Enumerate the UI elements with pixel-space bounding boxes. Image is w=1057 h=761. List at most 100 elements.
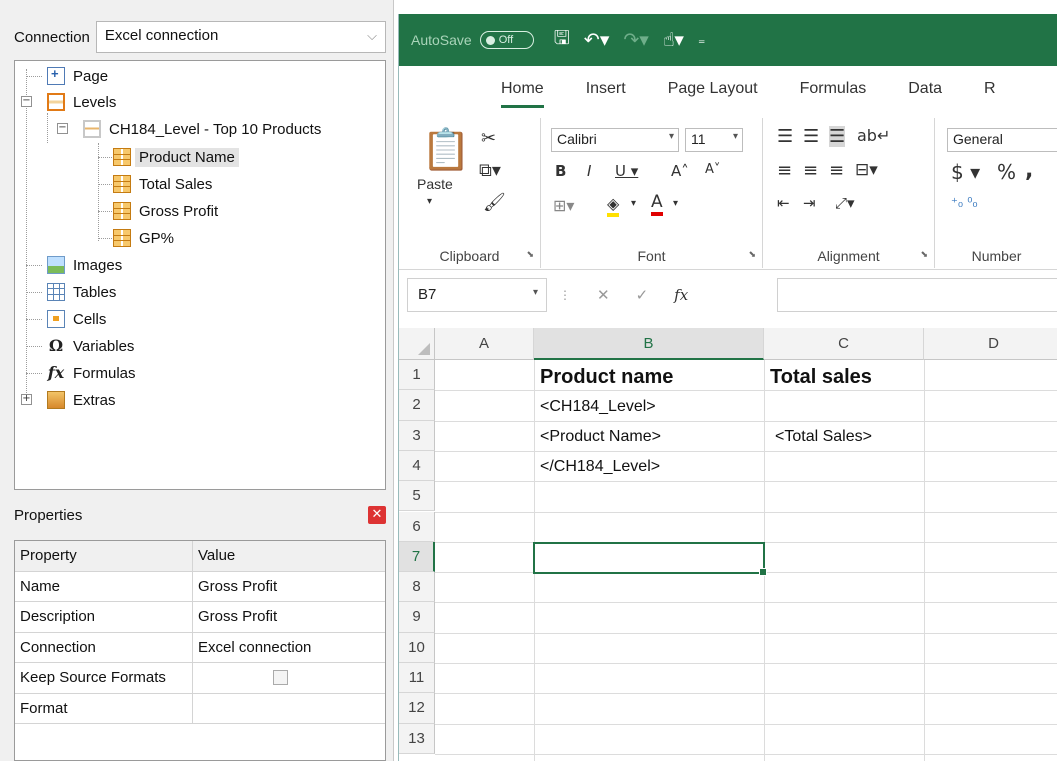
- customize-toolbar-icon[interactable]: ₌: [698, 32, 705, 48]
- property-row-keep-source-formats[interactable]: Keep Source Formats: [15, 663, 385, 694]
- tree-node-cells[interactable]: Cells: [47, 306, 106, 332]
- property-value[interactable]: Gross Profit: [193, 602, 385, 632]
- cell-c1[interactable]: Total sales: [764, 362, 924, 392]
- paste-icon[interactable]: 📋: [421, 126, 471, 173]
- font-color-dropdown-icon[interactable]: ▾: [673, 198, 678, 209]
- tree-node-variables[interactable]: Ω Variables: [47, 333, 135, 359]
- increase-font-icon[interactable]: A˄: [671, 162, 689, 180]
- tree-node-level[interactable]: CH184_Level - Top 10 Products: [83, 116, 321, 142]
- undo-icon[interactable]: ↶▾: [584, 29, 609, 51]
- column-header-b[interactable]: B: [534, 328, 764, 360]
- copy-icon[interactable]: ⧉▾: [479, 160, 501, 181]
- property-value[interactable]: [193, 694, 385, 724]
- tab-data[interactable]: Data: [908, 80, 942, 110]
- enter-icon[interactable]: ✓: [636, 286, 649, 304]
- merge-center-icon[interactable]: ⊟▾: [855, 160, 878, 180]
- format-painter-icon[interactable]: 🖌: [483, 192, 506, 213]
- dialog-launcher-icon[interactable]: ⬊: [526, 250, 534, 260]
- row-header-5[interactable]: 5: [399, 481, 435, 512]
- row-header-10[interactable]: 10: [399, 632, 435, 663]
- row-header-6[interactable]: 6: [399, 511, 435, 542]
- font-size-select[interactable]: 11 ▾: [685, 128, 743, 152]
- row-header-1[interactable]: 1: [399, 360, 435, 391]
- percent-icon[interactable]: %: [997, 160, 1016, 184]
- increase-indent-icon[interactable]: ⇥: [803, 194, 816, 212]
- row-header-3[interactable]: 3: [399, 420, 435, 451]
- cell-b4[interactable]: </CH184_Level>: [534, 452, 764, 482]
- align-middle-icon[interactable]: ☰: [803, 126, 819, 147]
- close-icon[interactable]: ✕: [368, 506, 386, 524]
- tab-home[interactable]: Home: [501, 80, 544, 108]
- row-header-4[interactable]: 4: [399, 450, 435, 482]
- font-color-icon[interactable]: A: [651, 192, 663, 216]
- property-row-connection[interactable]: Connection Excel connection: [15, 632, 385, 663]
- cell-b1[interactable]: Product name: [534, 362, 764, 392]
- cell-b2[interactable]: <CH184_Level>: [534, 392, 764, 422]
- tree-node-images[interactable]: Images: [47, 252, 122, 278]
- tree-node-extras[interactable]: Extras: [47, 387, 116, 413]
- collapse-level-icon[interactable]: −: [57, 123, 68, 134]
- property-row-name[interactable]: Name Gross Profit: [15, 571, 385, 602]
- font-name-select[interactable]: Calibri ▾: [551, 128, 679, 152]
- paste-dropdown-icon[interactable]: ▾: [427, 196, 432, 207]
- italic-button[interactable]: I: [587, 162, 591, 180]
- row-header-11[interactable]: 11: [399, 663, 435, 694]
- align-bottom-icon[interactable]: ☰: [829, 126, 846, 147]
- autosave-toggle[interactable]: Off: [479, 31, 534, 49]
- cut-icon[interactable]: ✂: [481, 128, 496, 149]
- save-icon[interactable]: 🖫: [554, 24, 570, 56]
- column-header-d[interactable]: D: [924, 328, 1057, 360]
- collapse-levels-icon[interactable]: −: [21, 96, 32, 107]
- row-header-7[interactable]: 7: [399, 541, 435, 573]
- active-cell-b7[interactable]: [533, 542, 767, 576]
- column-header-c[interactable]: C: [764, 328, 924, 360]
- redo-icon[interactable]: ↷▾: [623, 29, 648, 51]
- connection-select[interactable]: Excel connection ⌵: [95, 21, 386, 53]
- align-right-icon[interactable]: ≡: [829, 160, 844, 181]
- dialog-launcher-icon[interactable]: ⬊: [748, 250, 756, 260]
- formula-input[interactable]: [777, 278, 1057, 312]
- cell-b3[interactable]: <Product Name>: [534, 422, 764, 452]
- number-format-select[interactable]: General▾: [947, 128, 1057, 152]
- comma-style-icon[interactable]: ,: [1025, 158, 1033, 183]
- cell-c3[interactable]: <Total Sales>: [769, 422, 924, 452]
- tree-node-field-gross-profit[interactable]: Gross Profit: [113, 198, 218, 224]
- tree-node-page[interactable]: Page: [47, 63, 108, 89]
- borders-icon[interactable]: ⊞▾: [553, 196, 574, 215]
- tab-review[interactable]: R: [984, 80, 996, 110]
- bold-button[interactable]: B: [555, 162, 566, 180]
- decrease-font-icon[interactable]: A˅: [705, 162, 720, 177]
- tree-node-field-gp-percent[interactable]: GP%: [113, 225, 174, 251]
- cancel-icon[interactable]: ✕: [597, 286, 610, 304]
- insert-function-icon[interactable]: fx: [674, 286, 688, 304]
- row-header-13[interactable]: 13: [399, 723, 435, 754]
- tree-node-field-total-sales[interactable]: Total Sales: [113, 171, 212, 197]
- tab-page-layout[interactable]: Page Layout: [668, 80, 758, 110]
- fill-color-icon[interactable]: ◈: [607, 194, 620, 217]
- tab-formulas[interactable]: Formulas: [800, 80, 867, 110]
- wrap-text-icon[interactable]: ab↵: [857, 126, 890, 145]
- row-header-9[interactable]: 9: [399, 602, 435, 633]
- row-header-12[interactable]: 12: [399, 693, 435, 724]
- paste-button[interactable]: Paste: [417, 176, 453, 192]
- increase-decimal-icon[interactable]: ⁺₀ ⁰₀: [951, 196, 978, 211]
- tree-node-levels[interactable]: Levels: [47, 89, 116, 115]
- tree-node-formulas[interactable]: fx Formulas: [47, 360, 136, 386]
- dialog-launcher-icon[interactable]: ⬊: [920, 250, 928, 260]
- orientation-icon[interactable]: ⤢▾: [835, 194, 855, 212]
- align-top-icon[interactable]: ☰: [777, 126, 793, 147]
- decrease-indent-icon[interactable]: ⇤: [777, 194, 790, 212]
- worksheet-grid[interactable]: A B C D 1 2 3 4 5 6 7 8 9 10 11 12 13 Product name T…: [399, 328, 1057, 761]
- expand-extras-icon[interactable]: +: [21, 394, 32, 405]
- align-center-icon[interactable]: ≡: [803, 160, 818, 181]
- align-left-icon[interactable]: ≡: [777, 160, 792, 181]
- property-row-format[interactable]: Format: [15, 693, 385, 724]
- select-all-button[interactable]: [399, 328, 435, 360]
- name-box[interactable]: B7 ▾: [407, 278, 547, 312]
- row-header-8[interactable]: 8: [399, 572, 435, 603]
- property-value[interactable]: Excel connection: [193, 633, 385, 663]
- underline-button[interactable]: U ▾: [615, 162, 638, 180]
- tab-insert[interactable]: Insert: [586, 80, 626, 110]
- touch-mode-icon[interactable]: ☝▾: [663, 29, 684, 51]
- property-value[interactable]: Gross Profit: [193, 572, 385, 602]
